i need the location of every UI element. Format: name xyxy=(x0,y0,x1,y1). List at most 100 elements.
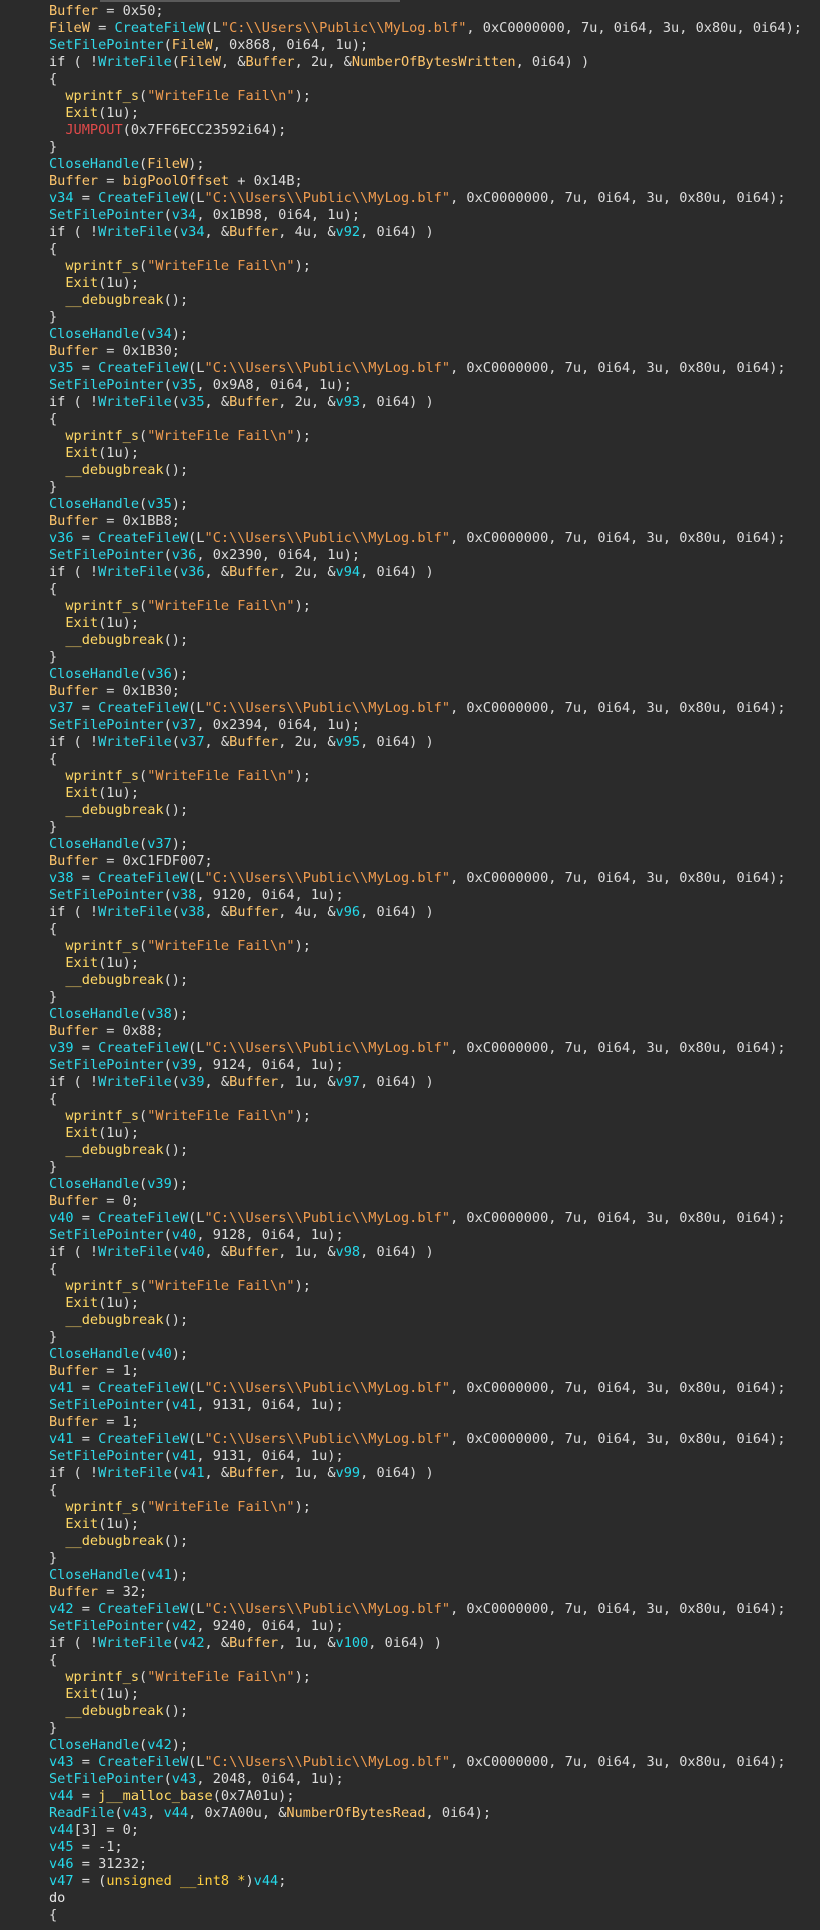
code-line[interactable]: { xyxy=(0,1261,820,1278)
code-line[interactable]: Exit(1u); xyxy=(0,1125,820,1142)
code-line[interactable]: Exit(1u); xyxy=(0,615,820,632)
code-line[interactable]: if ( !WriteFile(v40, &Buffer, 1u, &v98, … xyxy=(0,1244,820,1261)
code-line[interactable]: if ( !WriteFile(v42, &Buffer, 1u, &v100,… xyxy=(0,1635,820,1652)
code-line[interactable]: } xyxy=(0,649,820,666)
code-line[interactable]: v36 = CreateFileW(L"C:\\Users\\Public\\M… xyxy=(0,530,820,547)
code-line[interactable]: CloseHandle(FileW); xyxy=(0,156,820,173)
code-line[interactable]: SetFilePointer(v34, 0x1B98, 0i64, 1u); xyxy=(0,207,820,224)
horizontal-scrollbar-thumb[interactable] xyxy=(100,0,400,2)
code-line[interactable]: v44[3] = 0; xyxy=(0,1822,820,1839)
code-line[interactable]: Exit(1u); xyxy=(0,445,820,462)
code-line[interactable]: Buffer = 0x1BB8; xyxy=(0,513,820,530)
code-line[interactable]: v41 = CreateFileW(L"C:\\Users\\Public\\M… xyxy=(0,1380,820,1397)
code-line[interactable]: v46 = 31232; xyxy=(0,1856,820,1873)
code-line[interactable]: __debugbreak(); xyxy=(0,292,820,309)
code-line[interactable]: SetFilePointer(v41, 9131, 0i64, 1u); xyxy=(0,1448,820,1465)
code-line[interactable]: Exit(1u); xyxy=(0,1295,820,1312)
code-line[interactable]: Buffer = 0x88; xyxy=(0,1023,820,1040)
code-line[interactable]: SetFilePointer(v39, 9124, 0i64, 1u); xyxy=(0,1057,820,1074)
code-line[interactable]: { xyxy=(0,71,820,88)
code-line[interactable]: wprintf_s("WriteFile Fail\n"); xyxy=(0,1669,820,1686)
code-line[interactable]: { xyxy=(0,1652,820,1669)
code-line[interactable]: } xyxy=(0,479,820,496)
code-line[interactable]: if ( !WriteFile(v38, &Buffer, 4u, &v96, … xyxy=(0,904,820,921)
code-line[interactable]: } xyxy=(0,819,820,836)
code-line[interactable]: __debugbreak(); xyxy=(0,632,820,649)
code-line[interactable]: } xyxy=(0,989,820,1006)
code-line[interactable]: if ( !WriteFile(v35, &Buffer, 2u, &v93, … xyxy=(0,394,820,411)
code-line[interactable]: v39 = CreateFileW(L"C:\\Users\\Public\\M… xyxy=(0,1040,820,1057)
code-line[interactable]: v45 = -1; xyxy=(0,1839,820,1856)
code-line[interactable]: v34 = CreateFileW(L"C:\\Users\\Public\\M… xyxy=(0,190,820,207)
code-line[interactable]: { xyxy=(0,241,820,258)
code-line[interactable]: v42 = CreateFileW(L"C:\\Users\\Public\\M… xyxy=(0,1601,820,1618)
code-line[interactable]: v44 = j__malloc_base(0x7A01u); xyxy=(0,1788,820,1805)
code-line[interactable]: wprintf_s("WriteFile Fail\n"); xyxy=(0,598,820,615)
code-line[interactable]: SetFilePointer(FileW, 0x868, 0i64, 1u); xyxy=(0,37,820,54)
code-line[interactable]: { xyxy=(0,411,820,428)
code-line[interactable]: FileW = CreateFileW(L"C:\\Users\\Public\… xyxy=(0,20,820,37)
code-line[interactable]: do xyxy=(0,1890,820,1907)
code-line[interactable]: CloseHandle(v36); xyxy=(0,666,820,683)
code-line[interactable]: Exit(1u); xyxy=(0,1516,820,1533)
code-line[interactable]: { xyxy=(0,1907,820,1924)
code-line[interactable]: wprintf_s("WriteFile Fail\n"); xyxy=(0,1108,820,1125)
code-line[interactable]: wprintf_s("WriteFile Fail\n"); xyxy=(0,258,820,275)
code-line[interactable]: __debugbreak(); xyxy=(0,1312,820,1329)
code-line[interactable]: { xyxy=(0,1482,820,1499)
code-line[interactable]: __debugbreak(); xyxy=(0,972,820,989)
code-line[interactable]: SetFilePointer(v35, 0x9A8, 0i64, 1u); xyxy=(0,377,820,394)
code-line[interactable]: SetFilePointer(v38, 9120, 0i64, 1u); xyxy=(0,887,820,904)
code-line[interactable]: __debugbreak(); xyxy=(0,1703,820,1720)
code-line[interactable]: v43 = CreateFileW(L"C:\\Users\\Public\\M… xyxy=(0,1754,820,1771)
code-line[interactable]: __debugbreak(); xyxy=(0,462,820,479)
code-line[interactable]: if ( !WriteFile(FileW, &Buffer, 2u, &Num… xyxy=(0,54,820,71)
code-line[interactable]: CloseHandle(v39); xyxy=(0,1176,820,1193)
code-line[interactable]: Exit(1u); xyxy=(0,785,820,802)
code-line[interactable]: v47 = (unsigned __int8 *)v44; xyxy=(0,1873,820,1890)
code-line[interactable]: } xyxy=(0,139,820,156)
code-line[interactable]: SetFilePointer(v40, 9128, 0i64, 1u); xyxy=(0,1227,820,1244)
code-line[interactable]: Buffer = 0x50; xyxy=(0,3,820,20)
code-line[interactable]: __debugbreak(); xyxy=(0,802,820,819)
code-line[interactable]: SetFilePointer(v43, 2048, 0i64, 1u); xyxy=(0,1771,820,1788)
code-line[interactable]: v38 = CreateFileW(L"C:\\Users\\Public\\M… xyxy=(0,870,820,887)
code-line[interactable]: wprintf_s("WriteFile Fail\n"); xyxy=(0,768,820,785)
code-line[interactable]: Buffer = 1; xyxy=(0,1363,820,1380)
code-line[interactable]: CloseHandle(v37); xyxy=(0,836,820,853)
code-line[interactable]: wprintf_s("WriteFile Fail\n"); xyxy=(0,1499,820,1516)
code-line[interactable]: Buffer = 1; xyxy=(0,1414,820,1431)
code-line[interactable]: Exit(1u); xyxy=(0,1686,820,1703)
code-line[interactable]: if ( !WriteFile(v41, &Buffer, 1u, &v99, … xyxy=(0,1465,820,1482)
code-line[interactable]: __debugbreak(); xyxy=(0,1142,820,1159)
code-line[interactable]: Buffer = 0x1B30; xyxy=(0,683,820,700)
code-line[interactable]: Exit(1u); xyxy=(0,275,820,292)
code-line[interactable]: if ( !WriteFile(v37, &Buffer, 2u, &v95, … xyxy=(0,734,820,751)
code-line[interactable]: } xyxy=(0,1159,820,1176)
code-line[interactable]: if ( !WriteFile(v36, &Buffer, 2u, &v94, … xyxy=(0,564,820,581)
code-line[interactable]: CloseHandle(v35); xyxy=(0,496,820,513)
code-line[interactable]: } xyxy=(0,1550,820,1567)
code-line[interactable]: wprintf_s("WriteFile Fail\n"); xyxy=(0,1278,820,1295)
code-line[interactable]: CloseHandle(v34); xyxy=(0,326,820,343)
code-line[interactable]: ReadFile(v43, v44, 0x7A00u, &NumberOfByt… xyxy=(0,1805,820,1822)
code-line[interactable]: wprintf_s("WriteFile Fail\n"); xyxy=(0,938,820,955)
code-line[interactable]: CloseHandle(v41); xyxy=(0,1567,820,1584)
code-line[interactable]: Buffer = 32; xyxy=(0,1584,820,1601)
code-line[interactable]: } xyxy=(0,309,820,326)
code-line[interactable]: CloseHandle(v38); xyxy=(0,1006,820,1023)
code-line[interactable]: Exit(1u); xyxy=(0,955,820,972)
code-line[interactable]: SetFilePointer(v36, 0x2390, 0i64, 1u); xyxy=(0,547,820,564)
code-line[interactable]: Buffer = bigPoolOffset + 0x14B; xyxy=(0,173,820,190)
code-line[interactable]: v41 = CreateFileW(L"C:\\Users\\Public\\M… xyxy=(0,1431,820,1448)
code-line[interactable]: Buffer = 0x1B30; xyxy=(0,343,820,360)
code-line[interactable]: v35 = CreateFileW(L"C:\\Users\\Public\\M… xyxy=(0,360,820,377)
code-line[interactable]: { xyxy=(0,581,820,598)
code-line[interactable]: { xyxy=(0,751,820,768)
code-line[interactable]: SetFilePointer(v37, 0x2394, 0i64, 1u); xyxy=(0,717,820,734)
code-line[interactable]: Buffer = 0; xyxy=(0,1193,820,1210)
code-line[interactable]: v40 = CreateFileW(L"C:\\Users\\Public\\M… xyxy=(0,1210,820,1227)
code-line[interactable]: JUMPOUT(0x7FF6ECC23592i64); xyxy=(0,122,820,139)
code-line[interactable]: wprintf_s("WriteFile Fail\n"); xyxy=(0,88,820,105)
pseudocode-view[interactable]: Buffer = 0x50; FileW = CreateFileW(L"C:\\… xyxy=(0,0,820,1930)
